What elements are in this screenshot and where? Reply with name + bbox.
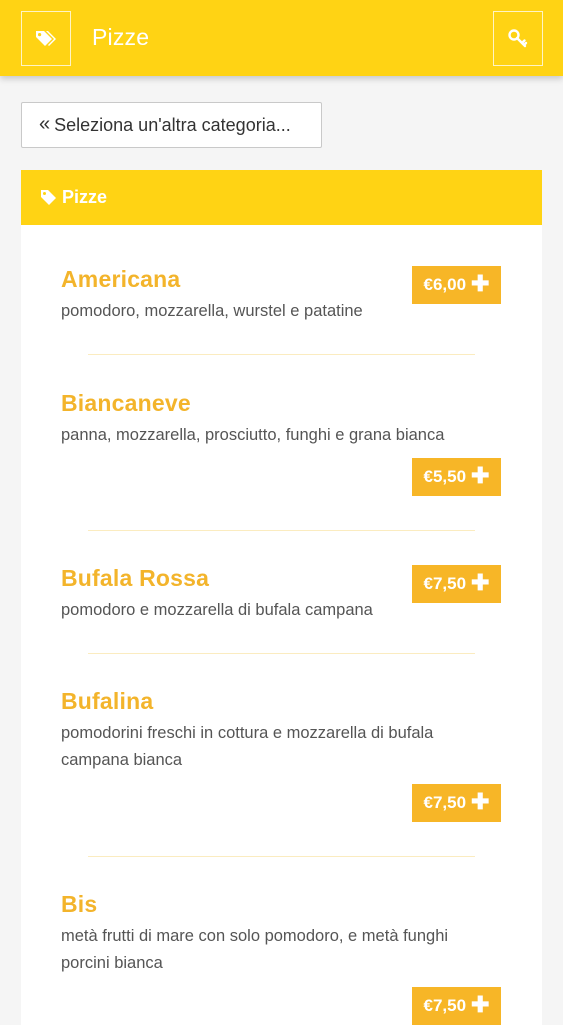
item-description: pomodoro e mozzarella di bufala campana <box>61 601 373 619</box>
login-button[interactable] <box>493 11 543 66</box>
plus-icon: ✚ <box>471 992 490 1017</box>
add-biancaneve-button[interactable]: €5,50 ✚ <box>412 458 501 496</box>
plus-icon: ✚ <box>471 789 490 814</box>
double-chevron-left-icon: « <box>39 112 51 135</box>
plus-icon: ✚ <box>471 570 490 595</box>
select-other-category-button[interactable]: « Seleziona un'altra categoria... <box>21 102 322 148</box>
menu-item-biancaneve: Biancaneve panna, mozzarella, prosciutto… <box>61 389 501 449</box>
add-americana-button[interactable]: €6,00 ✚ <box>412 266 501 304</box>
item-description: pomodoro, mozzarella, wurstel e patatine <box>61 302 363 320</box>
menu-item-bufalina: Bufalina pomodorini freschi in cottura e… <box>61 687 501 774</box>
item-price: €7,50 <box>423 574 467 593</box>
key-icon <box>508 28 528 47</box>
back-button-label: Seleziona un'altra categoria... <box>54 114 291 135</box>
menu-items-panel: Americana pomodoro, mozzarella, wurstel … <box>21 225 542 1025</box>
tag-icon <box>41 190 56 205</box>
divider <box>88 856 475 857</box>
item-name: Bufalina <box>61 688 154 714</box>
item-price: €7,50 <box>423 996 467 1015</box>
menu-item-bis: Bis metà frutti di mare con solo pomodor… <box>61 890 501 977</box>
item-name: Biancaneve <box>61 390 191 416</box>
item-price: €6,00 <box>423 275 467 294</box>
category-header: Pizze <box>21 170 542 225</box>
item-description: pomodorini freschi in cottura e mozzarel… <box>61 724 434 769</box>
category-title: Pizze <box>62 187 108 207</box>
add-bufala-rossa-button[interactable]: €7,50 ✚ <box>412 565 501 603</box>
item-name: Bis <box>61 891 98 917</box>
add-bis-button[interactable]: €7,50 ✚ <box>412 987 501 1025</box>
divider <box>88 653 475 654</box>
tags-icon <box>36 30 56 46</box>
plus-icon: ✚ <box>471 271 490 296</box>
plus-icon: ✚ <box>471 463 490 488</box>
top-bar: Pizze <box>0 0 563 76</box>
page-title: Pizze <box>92 24 150 50</box>
tags-button[interactable] <box>21 11 71 66</box>
item-price: €5,50 <box>423 467 467 486</box>
add-bufalina-button[interactable]: €7,50 ✚ <box>412 784 501 822</box>
item-description: panna, mozzarella, prosciutto, funghi e … <box>61 426 445 444</box>
divider <box>88 354 475 355</box>
divider <box>88 530 475 531</box>
item-description: metà frutti di mare con solo pomodoro, e… <box>61 927 449 972</box>
item-price: €7,50 <box>423 793 467 812</box>
